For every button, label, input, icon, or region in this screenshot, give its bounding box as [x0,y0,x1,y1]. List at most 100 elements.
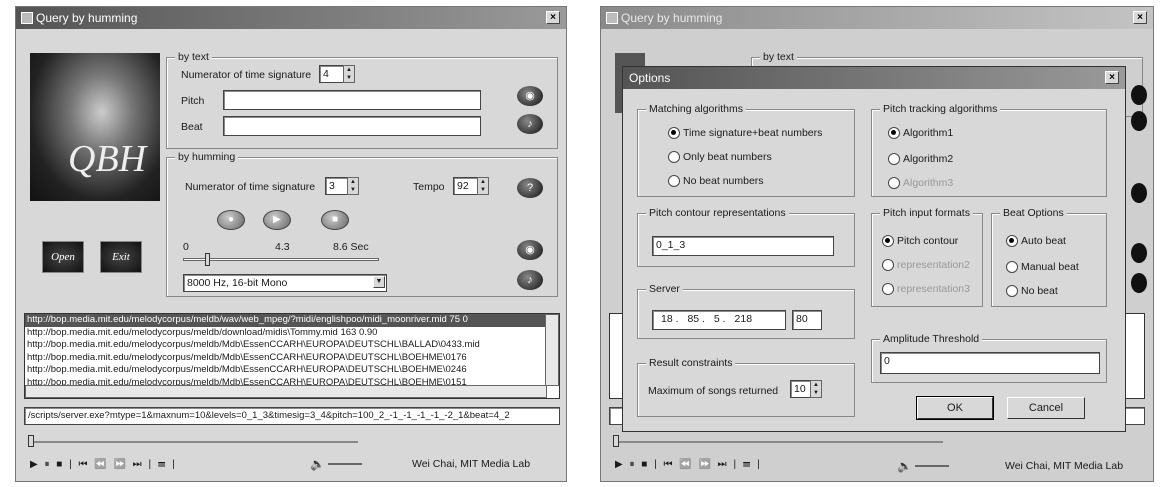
text-numerator-label: Numerator of time signature [181,69,312,81]
transport-controls[interactable]: ▶ ⏸ ■ | ⏮ ⏪ ⏩ ⏭ | ☰ | [30,459,177,470]
time-slider-track[interactable] [183,258,379,261]
time-slider-thumb[interactable] [205,253,210,266]
volume-icon[interactable]: 🔈 [310,457,325,471]
list-item[interactable]: http://bop.media.mit.edu/melodycorpus/me… [25,352,559,365]
music-note-icon[interactable] [1131,111,1147,131]
open-button-label: Open [51,251,75,263]
close-button[interactable]: × [546,11,560,24]
max-songs-input[interactable]: 10 [790,380,812,398]
position-slider[interactable] [28,441,358,443]
eye-icon[interactable]: ◉ [517,240,543,260]
tempo-label: Tempo [413,181,445,193]
radio-pitch-contour[interactable]: Pitch contour [882,234,958,248]
beat-options-legend: Beat Options [1000,206,1067,220]
volume-slider[interactable] [328,463,362,465]
qbh-logo: QBH [30,53,160,201]
query-icon[interactable] [1131,183,1147,203]
position-thumb[interactable] [613,435,619,447]
ip-octet-2[interactable]: 85 [681,313,699,325]
ip-octet-4[interactable]: 218 [729,313,753,325]
radio-algorithm1[interactable]: Algorithm1 [888,126,953,140]
volume-slider[interactable] [915,465,949,467]
eye-icon[interactable] [1131,85,1147,105]
amplitude-input[interactable]: 0 [880,352,1100,374]
list-item[interactable]: http://bop.media.mit.edu/melodycorpus/me… [25,364,559,377]
contour-input[interactable]: 0_1_3 [652,236,834,256]
by-text-legend: by text [760,50,797,64]
tempo-input[interactable]: 92 [453,177,479,195]
pitch-tracking-group: Pitch tracking algorithms Algorithm1 Alg… [871,102,1107,197]
exit-button[interactable]: Exit [100,241,142,273]
by-humming-group: by humming Numerator of time signature 3… [166,150,558,297]
radio-only-beat[interactable]: Only beat numbers [668,150,772,164]
list-item[interactable]: http://bop.media.mit.edu/melodycorpus/me… [25,339,559,352]
text-numerator-spinner[interactable] [343,65,355,83]
pitch-input-legend: Pitch input formats [880,206,973,220]
tempo-spinner[interactable] [477,177,489,195]
music-note-icon[interactable]: ♪ [517,114,543,134]
app-icon [606,12,618,24]
options-dialog: Options × Matching algorithms Time signa… [622,66,1126,432]
radio-no-beat-numbers[interactable]: No beat numbers [668,174,764,188]
slider-min-label: 0 [183,241,189,253]
list-item[interactable]: http://bop.media.mit.edu/melodycorpus/me… [25,314,559,327]
ip-octet-1[interactable]: 18 [661,313,673,325]
slider-mid-label: 4.3 [275,241,290,253]
position-slider[interactable] [613,441,943,443]
position-thumb[interactable] [28,435,34,447]
volume-icon[interactable]: 🔈 [897,459,912,473]
eye-icon[interactable] [1131,243,1147,263]
by-text-group: by text Numerator of time signature 4 Pi… [166,50,558,149]
radio-representation2: representation2 [882,258,970,272]
radio-algorithm2[interactable]: Algorithm2 [888,152,953,166]
vertical-scrollbar[interactable] [545,314,559,386]
app-icon [21,12,33,24]
ip-octet-3[interactable]: 5 [708,313,720,325]
cancel-button[interactable]: Cancel [1007,397,1085,419]
music-note-icon[interactable] [1131,273,1147,293]
eye-icon[interactable]: ◉ [517,86,543,106]
list-item[interactable]: http://bop.media.mit.edu/melodycorpus/me… [25,327,559,340]
pitch-input[interactable] [223,90,481,110]
results-list[interactable]: http://bop.media.mit.edu/melodycorpus/me… [24,313,560,399]
by-text-legend: by text [175,50,212,64]
dialog-title-bar: Options × [623,67,1125,89]
play-button[interactable]: ▶ [263,210,291,230]
horizontal-scrollbar[interactable] [25,385,547,398]
music-note-icon[interactable]: ♪ [517,270,543,290]
server-group: Server 18 . 85 . 5 . 218 80 [637,282,855,339]
text-numerator-input[interactable]: 4 [319,65,345,83]
credit-label: Wei Chai, MIT Media Lab [412,458,531,470]
dialog-title: Options [629,71,671,85]
server-port-input[interactable]: 80 [792,310,822,330]
chevron-down-icon[interactable]: ▼ [373,276,385,288]
slider-max-label: 8.6 Sec [333,241,369,253]
amplitude-legend: Amplitude Threshold [880,332,983,346]
close-button[interactable]: × [1133,11,1147,24]
logo-text: QBH [68,138,147,180]
window-title: Query by humming [621,11,723,25]
radio-time-signature-beat[interactable]: Time signature+beat numbers [668,126,822,140]
humming-numerator-spinner[interactable] [347,177,359,195]
beat-label: Beat [181,121,203,133]
stop-button[interactable]: ■ [321,210,349,230]
ok-button[interactable]: OK [916,396,994,420]
contour-group: Pitch contour representations 0_1_3 [637,206,855,267]
server-ip-input[interactable]: 18 . 85 . 5 . 218 [652,310,786,330]
result-constraints-legend: Result constraints [646,356,736,370]
record-button[interactable]: ● [217,210,245,230]
radio-auto-beat[interactable]: Auto beat [1006,234,1066,248]
beat-input[interactable] [223,116,481,136]
open-button[interactable]: Open [42,241,84,273]
audio-format-select[interactable]: 8000 Hz, 16-bit Mono [183,274,387,292]
query-icon[interactable]: ? [517,178,543,198]
radio-no-beat[interactable]: No beat [1006,284,1058,298]
max-songs-spinner[interactable] [810,380,822,398]
close-button[interactable]: × [1105,71,1119,84]
radio-algorithm3: Algorithm3 [888,176,953,190]
query-url-field[interactable]: /scripts/server.exe?mtype=1&maxnum=10&le… [24,407,560,425]
title-bar: Query by humming × [16,7,566,29]
transport-controls[interactable]: ▶ ⏸ ■ | ⏮ ⏪ ⏩ ⏭ | ☰ | [615,459,762,470]
humming-numerator-input[interactable]: 3 [325,177,349,195]
radio-manual-beat[interactable]: Manual beat [1006,260,1079,274]
